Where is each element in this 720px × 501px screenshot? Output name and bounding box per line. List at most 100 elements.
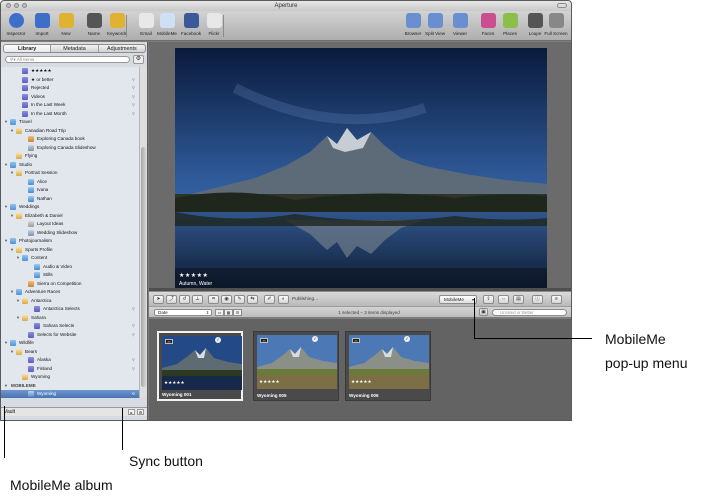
- sidebar-item[interactable]: ▼ Elizabeth & Daniel: [1, 212, 139, 220]
- sidebar-item[interactable]: Selects for Website ⚲: [1, 331, 139, 339]
- sidebar-item[interactable]: Layout Ideas: [1, 220, 139, 228]
- selection-tool-button[interactable]: ➤: [153, 295, 164, 304]
- minimize-window-button[interactable]: [14, 3, 19, 8]
- compare-button[interactable]: ⇔: [498, 295, 509, 304]
- sidebar-item[interactable]: ▼ Studio: [1, 161, 139, 169]
- sidebar-item[interactable]: ▼ Sports Profile: [1, 246, 139, 254]
- disclosure-triangle-icon[interactable]: ▼: [4, 382, 8, 390]
- sidebar-item[interactable]: ▼ Weddings: [1, 203, 139, 211]
- share-popup-menu[interactable]: MobileMe ▾: [439, 295, 477, 304]
- sidebar-item[interactable]: Audio & Video: [1, 263, 139, 271]
- disclosure-triangle-icon[interactable]: ▼: [10, 212, 14, 220]
- toolbar-full-screen-button[interactable]: Full Screen: [543, 13, 569, 36]
- smart-settings-icon[interactable]: ⚲: [132, 322, 135, 330]
- sidebar-item[interactable]: ▼ Antarctica: [1, 297, 139, 305]
- thumbnail-item[interactable]: ▭ ✓ ★★★★★ Wyoming 001: [157, 331, 243, 401]
- vault-update-button[interactable]: ▸: [128, 409, 135, 415]
- toolbar-inspector-button[interactable]: Inspector: [3, 13, 29, 36]
- toolbar-new-button[interactable]: New: [53, 13, 79, 36]
- sidebar-item[interactable]: Wedding Slideshow: [1, 229, 139, 237]
- zoom-window-button[interactable]: [22, 3, 27, 8]
- smart-settings-icon[interactable]: ⚲: [132, 110, 135, 118]
- disclosure-triangle-icon[interactable]: ▼: [16, 254, 20, 262]
- tab-metadata[interactable]: Metadata: [51, 45, 99, 52]
- smart-settings-icon[interactable]: ⚲: [132, 356, 135, 364]
- retouch-tool-button[interactable]: ✐: [264, 295, 275, 304]
- sidebar-item[interactable]: Flying: [1, 152, 139, 160]
- toolbar-toggle-button[interactable]: [557, 3, 567, 8]
- disclosure-triangle-icon[interactable]: ▼: [10, 127, 14, 135]
- library-search-input[interactable]: ⚲▾ All Items: [5, 56, 130, 63]
- sidebar-item[interactable]: Stills: [1, 271, 139, 279]
- sidebar-item[interactable]: Ivana: [1, 186, 139, 194]
- toolbar-split-view-button[interactable]: Split View: [422, 13, 448, 36]
- disclosure-triangle-icon[interactable]: ▼: [10, 288, 14, 296]
- filter-hud-button[interactable]: ▣: [479, 308, 488, 316]
- metadata-overlay-button[interactable]: ⓘ: [532, 295, 543, 304]
- tab-adjustments[interactable]: Adjustments: [99, 45, 145, 52]
- tab-library[interactable]: Library: [4, 45, 52, 52]
- sidebar-item[interactable]: Antarctica Selects ⚲: [1, 305, 139, 313]
- sidebar-item[interactable]: Wyoming: [1, 373, 139, 381]
- crop-tool-button[interactable]: ⌗: [208, 295, 219, 304]
- smart-settings-icon[interactable]: ⚲: [132, 84, 135, 92]
- smart-settings-icon[interactable]: ⚲: [132, 331, 135, 339]
- sidebar-item[interactable]: ▼ Travel: [1, 118, 139, 126]
- red-eye-tool-button[interactable]: ◉: [221, 295, 232, 304]
- sidebar-item[interactable]: Videos ⚲: [1, 93, 139, 101]
- disclosure-triangle-icon[interactable]: ▼: [4, 237, 8, 245]
- sidebar-item[interactable]: ★★★★★: [1, 67, 139, 75]
- grid-view-button[interactable]: ▦: [224, 309, 233, 316]
- smart-settings-icon[interactable]: ⚲: [132, 93, 135, 101]
- disclosure-triangle-icon[interactable]: ▼: [10, 348, 14, 356]
- browser-search-field[interactable]: Unrated or Better: [492, 309, 567, 316]
- straighten-horizon-button[interactable]: ⇆: [247, 295, 258, 304]
- sidebar-item[interactable]: Sierra on Competition: [1, 280, 139, 288]
- sidebar-item[interactable]: Exploring Canada book: [1, 135, 139, 143]
- browser-view-menu-button[interactable]: ≡: [551, 295, 562, 304]
- disclosure-triangle-icon[interactable]: ▼: [4, 339, 8, 347]
- smart-settings-icon[interactable]: ⚲: [132, 101, 135, 109]
- sidebar-item[interactable]: ▼ Content: [1, 254, 139, 262]
- library-action-gear-button[interactable]: ⚙: [133, 55, 144, 64]
- disclosure-triangle-icon[interactable]: ▼: [4, 161, 8, 169]
- disclosure-triangle-icon[interactable]: ▼: [4, 203, 8, 211]
- sort-popup[interactable]: Date ⇕: [154, 309, 212, 316]
- disclosure-triangle-icon[interactable]: ▼: [10, 246, 14, 254]
- stack-button[interactable]: ▤: [513, 295, 524, 304]
- smart-settings-icon[interactable]: ⚲: [132, 365, 135, 373]
- disclosure-triangle-icon[interactable]: ▼: [16, 297, 20, 305]
- sidebar-item[interactable]: ★ or better ⚲: [1, 76, 139, 84]
- sidebar-item[interactable]: ▼ Sahara: [1, 314, 139, 322]
- brush-tool-button[interactable]: ✎: [234, 295, 245, 304]
- sync-all-button[interactable]: ⇪: [483, 295, 494, 304]
- sidebar-item[interactable]: In the Last Month ⚲: [1, 110, 139, 118]
- straighten-tool-button[interactable]: ⟂: [192, 295, 203, 304]
- thumbnail-item[interactable]: ▭ ✓ ★★★★★ Wyoming 005: [253, 331, 339, 401]
- sidebar-item[interactable]: ▼ Adventure Races: [1, 288, 139, 296]
- sidebar-item[interactable]: Alice: [1, 178, 139, 186]
- sidebar-item[interactable]: Rejected ⚲: [1, 84, 139, 92]
- toolbar-viewer-button[interactable]: Viewer: [447, 13, 473, 36]
- rotate-tool-button[interactable]: ↺: [179, 295, 190, 304]
- smart-settings-icon[interactable]: ⚲: [132, 305, 135, 313]
- sidebar-item[interactable]: ▼ Wildlife: [1, 339, 139, 347]
- sidebar-item[interactable]: ▼ Canadian Road Trip: [1, 127, 139, 135]
- sidebar-item[interactable]: Nathan: [1, 195, 139, 203]
- toolbar-import-button[interactable]: Import: [29, 13, 55, 36]
- sidebar-item[interactable]: Sahara Selects ⚲: [1, 322, 139, 330]
- sidebar-item[interactable]: Finland ⚲: [1, 365, 139, 373]
- disclosure-triangle-icon[interactable]: ▼: [10, 169, 14, 177]
- disclosure-triangle-icon[interactable]: ▼: [16, 314, 20, 322]
- filmstrip-view-button[interactable]: ▭: [215, 309, 224, 316]
- toolbar-places-button[interactable]: Places: [497, 13, 523, 36]
- sidebar-item[interactable]: ▼ MOBILEME: [1, 382, 139, 390]
- scrollbar-thumb[interactable]: [141, 147, 146, 387]
- sidebar-item[interactable]: ▼ Bears: [1, 348, 139, 356]
- toolbar-mobileme-button[interactable]: MobileMe: [154, 13, 180, 36]
- mobileme-sync-button[interactable]: ⟲: [131, 390, 135, 398]
- sidebar-item[interactable]: Exploring Canada Slideshow: [1, 144, 139, 152]
- list-view-button[interactable]: ☰: [233, 309, 242, 316]
- thumbnail-item[interactable]: ▭ ✓ ★★★★★ Wyoming 006: [345, 331, 431, 401]
- disclosure-triangle-icon[interactable]: ▼: [4, 118, 8, 126]
